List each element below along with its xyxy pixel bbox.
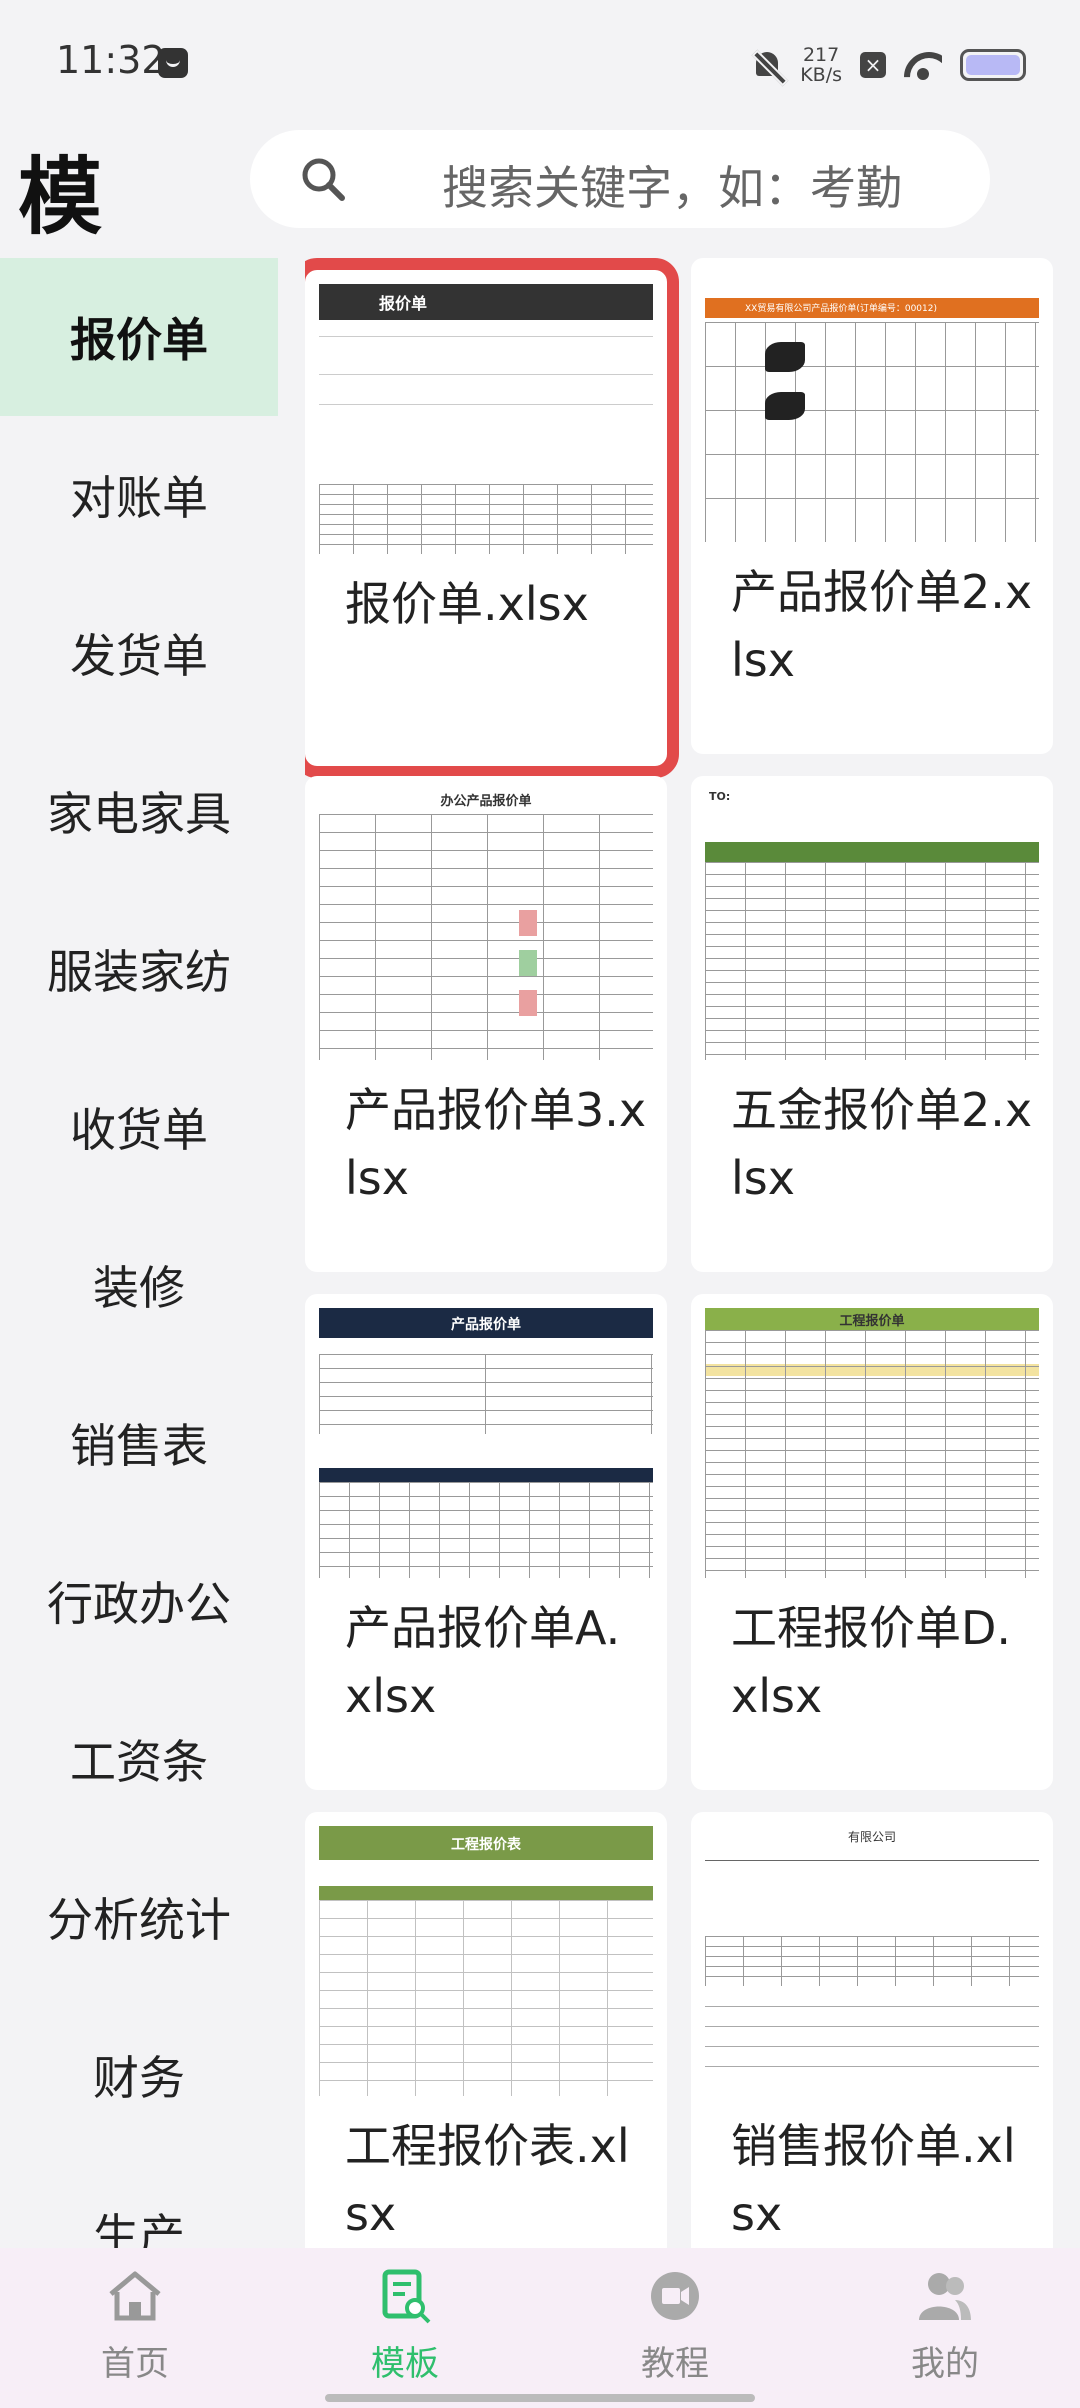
search-input[interactable]: 搜索关键字，如：考勤: [250, 130, 990, 228]
wifi-icon: [904, 50, 942, 80]
nav-profile-label: 我的: [911, 2344, 979, 2384]
close-box-icon: ×: [860, 52, 886, 78]
template-title: 工程报价表.xlsx: [345, 2119, 630, 2241]
thumb-heading: 有限公司: [847, 1830, 896, 1844]
bottom-nav: 首页 模板 教程 我的: [0, 2248, 1080, 2408]
template-card[interactable]: 工程报价表 工程报价表.xlsx: [305, 1812, 667, 2248]
template-title: 报价单.xlsx: [345, 577, 589, 631]
template-title: 工程报价单D.xlsx: [731, 1601, 1012, 1723]
sidebar-item-shouhuodan[interactable]: 收货单: [0, 1048, 278, 1206]
template-thumbnail: TO:: [705, 790, 1039, 1060]
template-title: 销售报价单.xlsx: [731, 2119, 1016, 2241]
nav-home-label: 首页: [101, 2344, 169, 2384]
sidebar-item-analysis[interactable]: 分析统计: [0, 1838, 278, 1996]
sidebar-item-appliances-furniture[interactable]: 家电家具: [0, 732, 278, 890]
template-thumbnail: 报价单: [319, 284, 653, 554]
template-card[interactable]: 产品报价单 产品报价单A.xlsx: [305, 1294, 667, 1790]
template-thumbnail: XX贸易有限公司产品报价单(订单编号：00012): [705, 272, 1039, 542]
nav-templates[interactable]: 模板: [270, 2248, 540, 2408]
sidebar-item-sales-sheet[interactable]: 销售表: [0, 1364, 278, 1522]
sidebar-item-payslip[interactable]: 工资条: [0, 1680, 278, 1838]
search-placeholder: 搜索关键字，如：考勤: [442, 161, 902, 215]
nav-templates-label: 模板: [371, 2344, 439, 2384]
template-title: 产品报价单A.xlsx: [345, 1601, 621, 1723]
thumb-heading: 工程报价单: [839, 1314, 905, 1329]
template-card[interactable]: XX贸易有限公司产品报价单(订单编号：00012) 产品报价单2.xlsx: [691, 258, 1053, 754]
battery-icon: [960, 49, 1026, 81]
home-icon: [109, 2271, 161, 2321]
thumb-heading: XX贸易有限公司产品报价单(订单编号：00012): [745, 304, 937, 314]
home-indicator[interactable]: [325, 2394, 755, 2402]
status-bar: 11:32 217 KB/s ×: [0, 0, 1080, 125]
page-title: 模: [18, 148, 103, 246]
thumb-heading: 报价单: [379, 294, 428, 313]
thumb-heading: 产品报价单: [451, 1317, 521, 1333]
nav-profile[interactable]: 我的: [810, 2248, 1080, 2408]
video-icon: [651, 2272, 699, 2320]
template-icon: [382, 2269, 431, 2324]
network-speed-value: 217: [802, 44, 840, 66]
nav-home[interactable]: 首页: [0, 2248, 270, 2408]
sidebar-item-renovation[interactable]: 装修: [0, 1206, 278, 1364]
network-speed-unit: KB/s: [800, 64, 842, 86]
template-thumbnail: 办公产品报价单: [319, 790, 653, 1060]
template-thumbnail: 有限公司: [705, 1826, 1039, 2096]
sidebar-item-clothing-textiles[interactable]: 服装家纺: [0, 890, 278, 1048]
search-icon: [302, 158, 345, 201]
sidebar-item-baojiadan[interactable]: 报价单: [0, 258, 278, 416]
sidebar-item-production[interactable]: 生产: [0, 2154, 278, 2248]
template-thumbnail: 工程报价单: [705, 1308, 1039, 1578]
template-card[interactable]: TO: 五金报价单2.xlsx: [691, 776, 1053, 1272]
notification-icon: [158, 48, 188, 78]
template-card[interactable]: 工程报价单 工程报价单D.xlsx: [691, 1294, 1053, 1790]
sidebar-item-finance[interactable]: 财务: [0, 1996, 278, 2154]
template-grid: 报价单 报价单.xlsx XX贸易有限公司产品报价单(订单编号：00012) 产…: [305, 258, 1057, 2248]
thumb-heading: 工程报价表: [451, 1837, 521, 1853]
thumb-heading: 办公产品报价单: [440, 794, 532, 809]
template-card[interactable]: 报价单 报价单.xlsx: [305, 258, 679, 778]
status-time: 11:32: [56, 38, 166, 82]
template-thumbnail: 工程报价表: [319, 1826, 653, 2096]
template-thumbnail: 产品报价单: [319, 1308, 653, 1578]
mute-icon: [752, 48, 782, 82]
sidebar-item-fahuodan[interactable]: 发货单: [0, 574, 278, 732]
thumb-heading: TO:: [709, 790, 731, 803]
template-card[interactable]: 办公产品报价单 产品报价单3.xlsx: [305, 776, 667, 1272]
status-icons: 217 KB/s ×: [752, 40, 1026, 90]
template-card[interactable]: 有限公司 销售报价单.xlsx: [691, 1812, 1053, 2248]
profile-icon: [919, 2273, 971, 2320]
sidebar-item-admin-office[interactable]: 行政办公: [0, 1522, 278, 1680]
template-title: 产品报价单3.xlsx: [345, 1083, 647, 1205]
network-speed: 217 KB/s: [800, 45, 842, 85]
sidebar-item-duizhangdan[interactable]: 对账单: [0, 416, 278, 574]
nav-tutorials[interactable]: 教程: [540, 2248, 810, 2408]
template-title: 产品报价单2.xlsx: [731, 565, 1033, 687]
nav-tutorials-label: 教程: [641, 2344, 709, 2384]
category-sidebar: 报价单 对账单 发货单 家电家具 服装家纺 收货单 装修 销售表 行政办公 工资…: [0, 258, 278, 2248]
template-title: 五金报价单2.xlsx: [731, 1083, 1033, 1205]
